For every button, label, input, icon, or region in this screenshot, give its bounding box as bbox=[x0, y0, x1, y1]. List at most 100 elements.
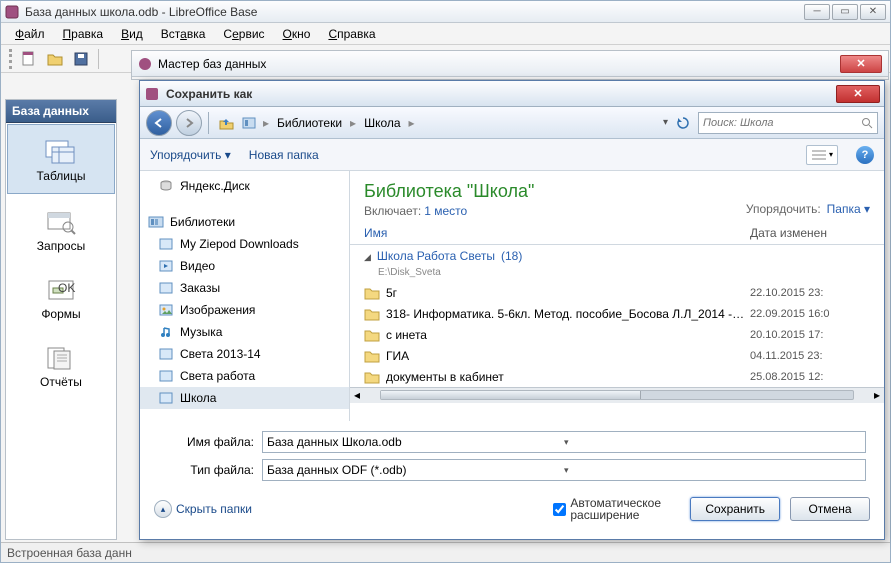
cancel-button[interactable]: Отмена bbox=[790, 497, 870, 521]
save-as-dialog: Сохранить как ✕ ▸ Библиотеки ▸ Школа ▸ ▾… bbox=[139, 80, 885, 540]
dialog-titlebar: Сохранить как ✕ bbox=[140, 81, 884, 107]
menu-help[interactable]: Справка bbox=[320, 25, 383, 43]
sidebar-item-queries[interactable]: Запросы bbox=[6, 195, 116, 263]
tree-item[interactable]: Изображения bbox=[140, 299, 349, 321]
folder-icon bbox=[364, 307, 380, 321]
wizard-title: Мастер баз данных bbox=[158, 57, 840, 71]
tree-item[interactable]: Музыка bbox=[140, 321, 349, 343]
auto-ext-input[interactable] bbox=[553, 503, 566, 516]
group-header[interactable]: ◢ Школа Работа Светы (18) bbox=[350, 245, 884, 267]
tables-icon bbox=[44, 139, 78, 165]
app-icon bbox=[5, 5, 19, 19]
sidebar-label: Таблицы bbox=[36, 169, 85, 183]
file-row[interactable]: 318- Информатика. 5-6кл. Метод. пособие_… bbox=[350, 303, 884, 324]
sidebar-header: База данных bbox=[6, 100, 116, 123]
tree-item[interactable]: Видео bbox=[140, 255, 349, 277]
tree-item[interactable]: My Ziepod Downloads bbox=[140, 233, 349, 255]
tree-item-selected[interactable]: Школа bbox=[140, 387, 349, 409]
collapse-icon[interactable]: ◢ bbox=[364, 252, 371, 263]
search-box[interactable] bbox=[698, 112, 878, 134]
chevron-up-icon: ▴ bbox=[154, 500, 172, 518]
wizard-close-button[interactable]: ✕ bbox=[840, 55, 882, 73]
tree-item[interactable]: Заказы bbox=[140, 277, 349, 299]
library-title: Библиотека "Школа" bbox=[364, 181, 746, 202]
help-button[interactable]: ? bbox=[856, 146, 874, 164]
wizard-window: Мастер баз данных ✕ bbox=[131, 50, 889, 80]
sidebar-label: Запросы bbox=[37, 239, 85, 253]
menu-tools[interactable]: Сервис bbox=[215, 25, 272, 43]
view-mode-button[interactable]: ▾ bbox=[806, 145, 838, 165]
search-icon bbox=[861, 117, 873, 129]
filetype-label: Тип файла: bbox=[158, 463, 254, 477]
tree-item[interactable]: Света работа bbox=[140, 365, 349, 387]
organize-menu[interactable]: Упорядочить ▾ bbox=[150, 148, 231, 162]
library-icon bbox=[158, 368, 174, 384]
filename-label: Имя файла: bbox=[158, 435, 254, 449]
open-button[interactable] bbox=[44, 48, 66, 70]
toolbar-grip[interactable] bbox=[9, 49, 12, 69]
main-titlebar: База данных школа.odb - LibreOffice Base… bbox=[1, 1, 890, 23]
close-button[interactable]: ✕ bbox=[860, 4, 886, 20]
new-doc-button[interactable] bbox=[18, 48, 40, 70]
base-icon bbox=[144, 86, 160, 102]
tree-item-yandex[interactable]: Яндекс.Диск bbox=[140, 175, 349, 197]
menu-insert[interactable]: Вставка bbox=[153, 25, 214, 43]
sort-control[interactable]: Упорядочить: Папка ▾ bbox=[746, 181, 870, 218]
list-columns[interactable]: Имя Дата изменен bbox=[350, 222, 884, 245]
save-button[interactable] bbox=[70, 48, 92, 70]
breadcrumb-item[interactable]: Школа bbox=[362, 114, 402, 132]
menu-view[interactable]: Вид bbox=[113, 25, 151, 43]
library-subtitle: Включает: 1 место bbox=[364, 204, 746, 218]
back-button[interactable] bbox=[146, 110, 172, 136]
disk-icon bbox=[158, 178, 174, 194]
filename-input[interactable]: База данных Школа.odb ▾ bbox=[262, 431, 866, 453]
sidebar-item-tables[interactable]: Таблицы bbox=[7, 124, 115, 194]
forward-button[interactable] bbox=[176, 110, 202, 136]
folder-icon bbox=[364, 370, 380, 384]
dialog-close-button[interactable]: ✕ bbox=[836, 85, 880, 103]
menubar: Файл Правка Вид Вставка Сервис Окно Спра… bbox=[1, 23, 890, 45]
wizard-icon bbox=[138, 57, 152, 71]
file-row[interactable]: 5г 22.10.2015 23: bbox=[350, 282, 884, 303]
file-list-area: Библиотека "Школа" Включает: 1 место Упо… bbox=[350, 171, 884, 421]
folder-tree[interactable]: Яндекс.Диск Библиотеки My Ziepod Downloa… bbox=[140, 171, 350, 421]
auto-extension-checkbox[interactable]: Автоматическое расширение bbox=[553, 497, 680, 521]
file-row[interactable]: ГИА 04.11.2015 23: bbox=[350, 345, 884, 366]
menu-edit[interactable]: Правка bbox=[55, 25, 112, 43]
minimize-button[interactable]: ─ bbox=[804, 4, 830, 20]
file-row[interactable]: с инета 20.10.2015 17: bbox=[350, 324, 884, 345]
horizontal-scrollbar[interactable]: ◂ ▸ bbox=[350, 387, 884, 403]
maximize-button[interactable]: ▭ bbox=[832, 4, 858, 20]
menu-window[interactable]: Окно bbox=[275, 25, 319, 43]
sidebar-label: Отчёты bbox=[40, 375, 82, 389]
statusbar: Встроенная база данн bbox=[1, 542, 890, 562]
tree-item-libraries[interactable]: Библиотеки bbox=[140, 211, 349, 233]
new-folder-button[interactable]: Новая папка bbox=[249, 148, 319, 162]
dialog-title: Сохранить как bbox=[166, 87, 836, 101]
form-area: Имя файла: База данных Школа.odb ▾ Тип ф… bbox=[140, 421, 884, 491]
sidebar-item-reports[interactable]: Отчёты bbox=[6, 331, 116, 399]
tree-item[interactable]: Света 2013-14 bbox=[140, 343, 349, 365]
library-icon bbox=[158, 346, 174, 362]
save-button[interactable]: Сохранить bbox=[690, 497, 780, 521]
svg-text:OK: OK bbox=[58, 281, 75, 295]
group-path: E:\Disk_Sveta bbox=[378, 267, 441, 278]
reports-icon bbox=[44, 345, 78, 371]
file-row[interactable]: документы в кабинет 25.08.2015 12: bbox=[350, 366, 884, 387]
nav-row: ▸ Библиотеки ▸ Школа ▸ ▾ bbox=[140, 107, 884, 139]
folder-icon bbox=[364, 349, 380, 363]
music-icon bbox=[158, 324, 174, 340]
filetype-select[interactable]: База данных ODF (*.odb) ▾ bbox=[262, 459, 866, 481]
search-input[interactable] bbox=[703, 117, 857, 129]
refresh-button[interactable] bbox=[672, 112, 694, 134]
col-date[interactable]: Дата изменен bbox=[750, 226, 870, 240]
library-icon bbox=[241, 115, 257, 131]
menu-file[interactable]: Файл bbox=[7, 25, 53, 43]
hide-folders-button[interactable]: ▴ Скрыть папки bbox=[154, 500, 252, 518]
scrollbar-thumb[interactable] bbox=[381, 391, 641, 399]
breadcrumb[interactable]: ▸ Библиотеки ▸ Школа ▸ bbox=[241, 114, 659, 132]
breadcrumb-item[interactable]: Библиотеки bbox=[275, 114, 344, 132]
sidebar-item-forms[interactable]: OK Формы bbox=[6, 263, 116, 331]
col-name[interactable]: Имя bbox=[364, 226, 750, 240]
up-button[interactable] bbox=[215, 112, 237, 134]
